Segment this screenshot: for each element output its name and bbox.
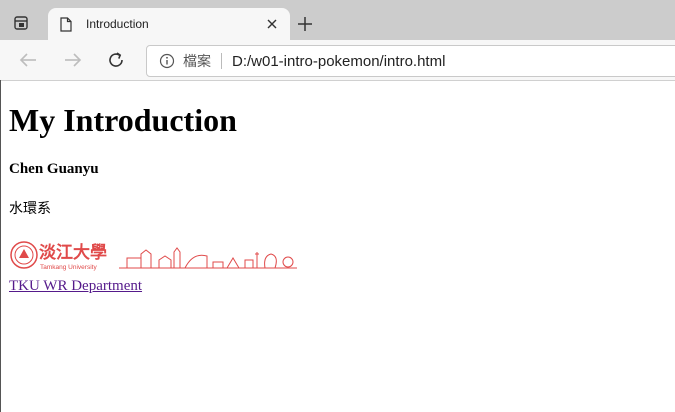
- campus-skyline-icon: [119, 247, 297, 269]
- address-bar[interactable]: 檔案 D:/w01-intro-pokemon/intro.html: [146, 45, 675, 77]
- tab-actions-icon[interactable]: [8, 10, 34, 36]
- department-text: 水環系: [9, 201, 51, 217]
- reload-icon[interactable]: [104, 48, 128, 72]
- back-arrow-icon[interactable]: [16, 48, 40, 72]
- author-name: Chen Guanyu: [9, 161, 99, 177]
- window-border: [0, 80, 1, 412]
- tku-logo-image: 淡江大學 Tamkang University: [9, 238, 299, 272]
- page-icon: [60, 16, 74, 32]
- close-icon[interactable]: [262, 14, 282, 34]
- tab-introduction[interactable]: Introduction: [48, 8, 290, 40]
- url-text[interactable]: D:/w01-intro-pokemon/intro.html: [232, 53, 445, 70]
- divider: [221, 53, 222, 69]
- logo-chinese-text: 淡江大學: [39, 242, 107, 263]
- page-heading: My Introduction: [9, 102, 237, 138]
- new-tab-icon[interactable]: [294, 13, 316, 35]
- tku-wr-department-link[interactable]: TKU WR Department: [9, 278, 675, 295]
- browser-toolbar: 檔案 D:/w01-intro-pokemon/intro.html: [0, 40, 675, 81]
- logo-english-text: Tamkang University: [40, 264, 97, 271]
- file-scheme-label: 檔案: [183, 54, 211, 70]
- forward-arrow-icon[interactable]: [61, 48, 85, 72]
- info-icon[interactable]: [159, 53, 175, 69]
- tab-title: Introduction: [86, 17, 149, 31]
- tku-seal-icon: [10, 241, 38, 269]
- tab-strip: Introduction: [0, 0, 675, 40]
- page-content: My Introduction Chen Guanyu 水環系 淡江大學 Tam…: [9, 81, 675, 295]
